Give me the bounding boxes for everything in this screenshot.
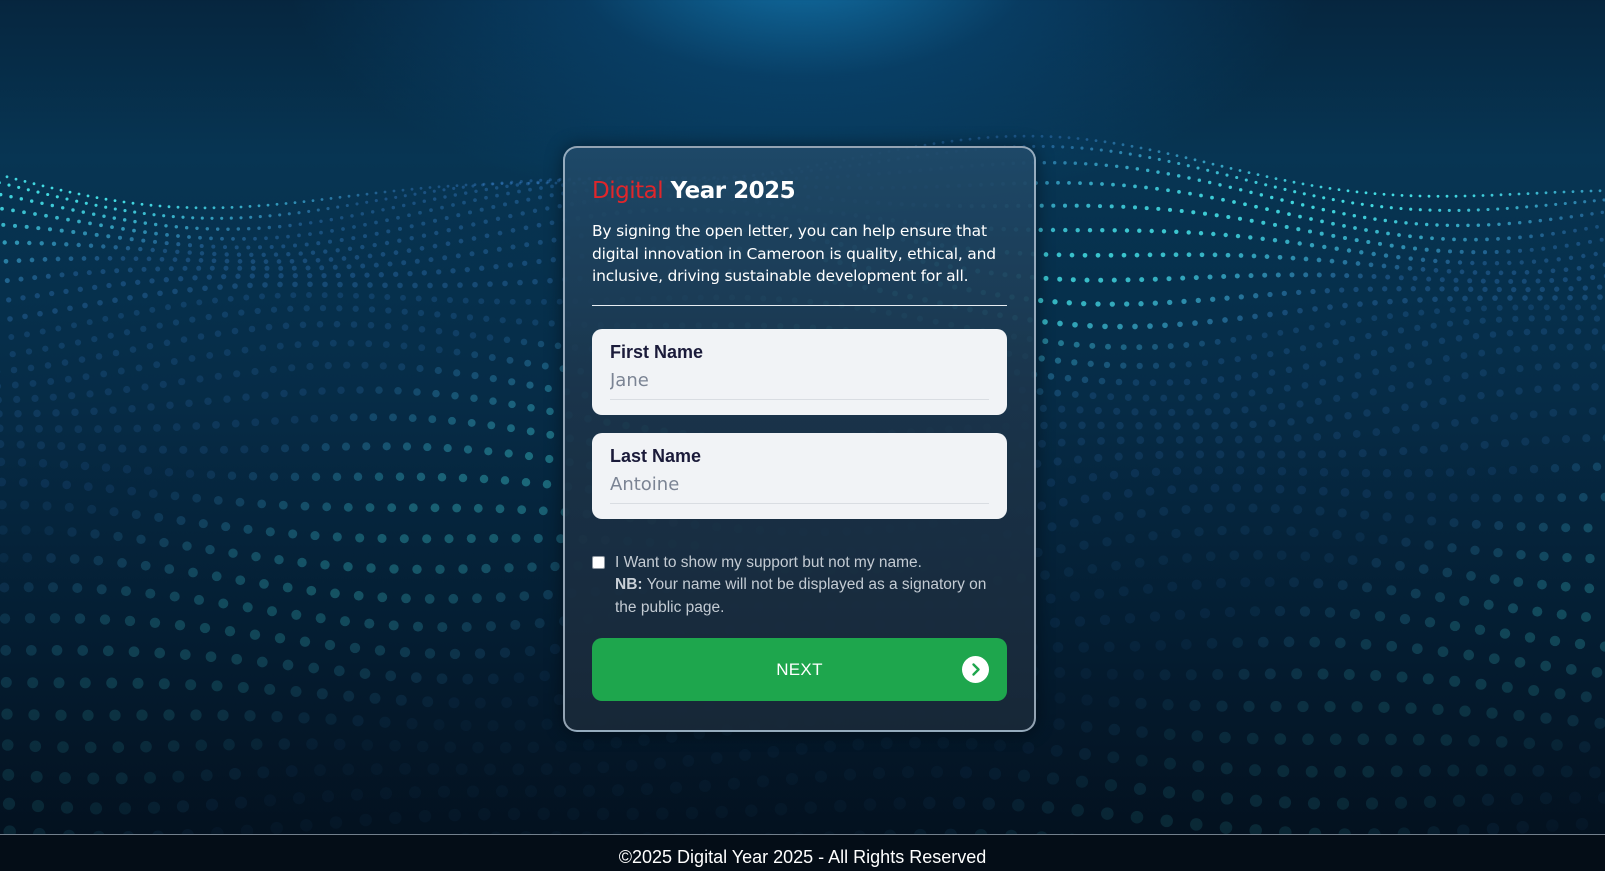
- first-name-label: First Name: [610, 341, 704, 362]
- first-name-field: First Name: [592, 328, 1007, 415]
- next-button[interactable]: NEXT: [592, 638, 1007, 701]
- title-rest: Year 2025: [663, 178, 796, 204]
- page-footer: ©2025 Digital Year 2025 - All Rights Res…: [0, 834, 1605, 871]
- footer-text: ©2025 Digital Year 2025 - All Rights Res…: [618, 847, 987, 867]
- anonymous-support-text: I Want to show my support but not my nam…: [615, 552, 1007, 620]
- last-name-field: Last Name: [592, 432, 1007, 519]
- nb-label: NB:: [615, 576, 643, 593]
- chevron-right-circle-icon: [962, 656, 989, 683]
- intro-text: By signing the open letter, you can help…: [592, 222, 996, 285]
- nb-text: Your name will not be displayed as a sig…: [615, 576, 987, 616]
- anonymous-support-option: I Want to show my support but not my nam…: [592, 552, 1007, 620]
- anonymous-support-checkbox[interactable]: [592, 555, 605, 569]
- title-accent: Digital: [592, 178, 664, 204]
- divider: [592, 304, 1007, 306]
- signup-card: Digital Year 2025 By signing the open le…: [563, 146, 1036, 732]
- last-name-label: Last Name: [610, 445, 702, 466]
- next-button-label: NEXT: [776, 660, 823, 679]
- last-name-input[interactable]: [610, 473, 989, 504]
- anonymous-support-label: I Want to show my support but not my nam…: [615, 553, 922, 571]
- card-title: Digital Year 2025: [592, 174, 1007, 208]
- first-name-input[interactable]: [610, 369, 989, 400]
